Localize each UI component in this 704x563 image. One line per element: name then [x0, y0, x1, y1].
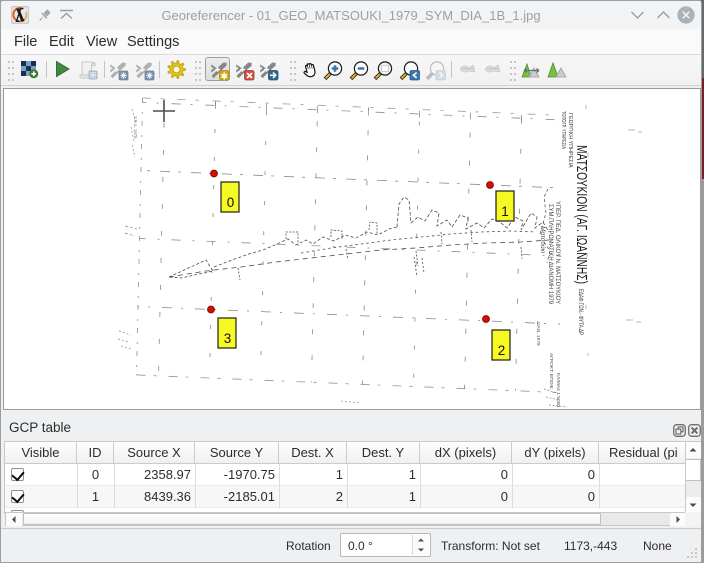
svg-text:ΔΙΑΝ. 1979: ΔΙΑΝ. 1979: [535, 321, 541, 346]
svg-text:ΓΕΩΡΓΙΚΗ ΥΠΗΡΕΣΙΑ: ΓΕΩΡΓΙΚΗ ΥΠΗΡΕΣΙΑ: [567, 113, 573, 168]
svg-text:ΜΑΤΣΟΥΚΙΟΝ (ΑΓ. ΙΩΑΝΝΗΣ): ΜΑΤΣΟΥΚΙΟΝ (ΑΓ. ΙΩΑΝΝΗΣ): [573, 145, 590, 284]
svg-text:ΚΛΙΜΑΞ 1:5000: ΚΛΙΜΑΞ 1:5000: [555, 373, 561, 407]
svg-text:ΤΟΠΟΓΡ. ΥΠΗΡΕΣΙΑ: ΤΟΠΟΓΡ. ΥΠΗΡΕΣΙΑ: [560, 111, 566, 149]
svg-text:Χ.Ε.Δ. 1979: Χ.Ε.Δ. 1979: [133, 116, 138, 139]
svg-text:ΥΠΕΡ. ΠΕΔ. ΟΛΙΚΟΥ Ν. ΜΑΤΣΟΥΚΙΟ: ΥΠΕΡ. ΠΕΔ. ΟΛΙΚΟΥ Ν. ΜΑΤΣΟΥΚΙΟΥ: [554, 201, 560, 304]
svg-text:ΑΓΡΟΚΤ. ΕΠΟΙΚ.: ΑΓΡΟΚΤ. ΕΠΟΙΚ.: [548, 353, 554, 390]
svg-text:1: 1: [501, 204, 509, 219]
svg-text:ΕΔΑΦ.ΓΩΝ.- ΦΥΤΑ.ΔΡ: ΕΔΑΦ.ΓΩΝ.- ΦΥΤΑ.ΔΡ: [577, 289, 583, 335]
svg-text:3: 3: [224, 331, 232, 346]
svg-text:Ματσούκι: Ματσούκι: [539, 226, 547, 254]
svg-text:0: 0: [227, 195, 235, 210]
svg-text:ΣΥΜ.ΠΛΗΡΩΜΑΤΙΚΗ ΔΙΑΝΟΜΗ 1979: ΣΥΜ.ΠΛΗΡΩΜΑΤΙΚΗ ΔΙΑΝΟΜΗ 1979: [547, 204, 553, 305]
svg-text:2: 2: [498, 343, 506, 358]
